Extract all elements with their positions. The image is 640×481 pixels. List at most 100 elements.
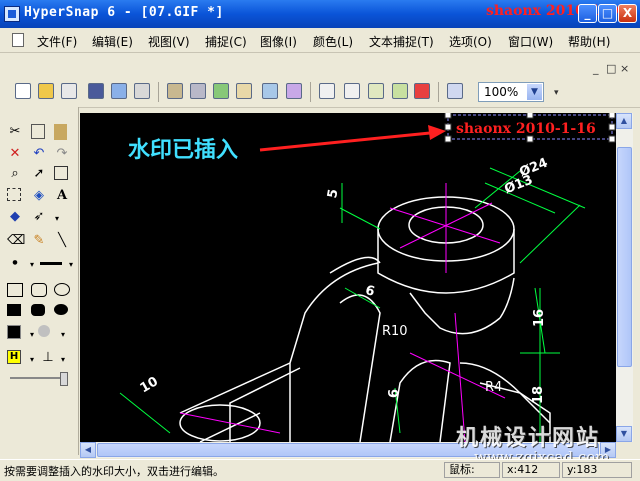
scroll-up-icon[interactable]: ▲ [616,113,632,129]
maximize-button[interactable]: □ [598,4,617,23]
chevron-down-icon[interactable]: ▾ [55,352,71,368]
crop-icon[interactable] [368,83,384,99]
chevron-down-icon[interactable]: ▾ [24,257,40,273]
menu-text-capture[interactable]: 文本捕捉(T) [369,33,434,50]
document-icon[interactable] [12,33,24,47]
image-canvas[interactable]: 水印已插入 shaonx 2010-1-16 5 Ø24 Ø13 6 R10 1… [80,113,616,442]
chevron-down-icon[interactable]: ▾ [63,257,79,273]
rounded-rect-icon[interactable] [31,283,47,297]
menu-file[interactable]: 文件(F) [37,33,77,50]
foreground-color-icon[interactable] [7,325,21,339]
ellipse-icon[interactable] [54,283,70,296]
main-toolbar: ▾ [0,76,640,108]
rotate-left-icon[interactable] [319,83,335,99]
opacity-slider-track[interactable] [10,377,66,379]
menu-edit[interactable]: 编辑(E) [92,33,133,50]
rotate-right-icon[interactable] [344,83,360,99]
open-folder-icon[interactable] [38,83,54,99]
copy-icon[interactable] [31,124,45,139]
status-bar: 按需要调整插入的水印大小，双击进行编辑。 鼠标: x:412 y:183 [0,459,640,481]
menu-help[interactable]: 帮助(H) [568,33,610,50]
mouse-y-readout: y:183 [562,462,632,478]
book-icon[interactable] [111,83,127,99]
scroll-left-icon[interactable]: ◀ [80,442,96,458]
background-color-icon[interactable] [38,325,50,337]
printer-icon[interactable] [134,83,150,99]
minimize-button[interactable]: _ [578,4,597,23]
filled-rectangle-icon[interactable] [7,304,21,316]
dim-6-bottom-label: 6 [387,389,402,398]
redo-icon[interactable]: ↷ [54,146,70,162]
stamp-tool-icon[interactable]: ⊥ [40,350,56,366]
line-width-icon[interactable] [40,262,62,265]
chevron-down-icon[interactable]: ▾ [49,211,65,227]
text-tool-icon[interactable]: A [54,188,70,204]
clipboard-capture-icon[interactable] [167,83,183,99]
toolbar-overflow-icon[interactable]: ▾ [554,88,559,98]
dim-6-top-label: 6 [364,283,377,300]
dot-size-icon[interactable]: ● [7,255,23,271]
dim-10-label: 10 [138,374,161,396]
tools-icon[interactable] [190,83,206,99]
dim-r10-label: R10 [382,324,408,339]
pointer-arrow-icon[interactable]: ➚ [31,166,47,182]
line-tool-icon[interactable]: ╲ [54,233,70,249]
menu-color[interactable]: 颜色(L) [313,33,353,50]
delete-icon[interactable]: ✕ [7,146,23,162]
brush-icon[interactable] [213,83,229,99]
zoom-magnifier-icon[interactable]: ⌕ [7,166,23,182]
vertical-scroll-thumb[interactable] [617,147,632,367]
fill-bucket-icon[interactable]: ◈ [31,188,47,204]
menu-view[interactable]: 视图(V) [148,33,190,50]
dim-5-label: 5 [325,188,341,200]
title-bar[interactable]: HyperSnap 6 - [07.GIF *] shaonx 2010-1-1… [0,0,640,28]
line-arrow-icon[interactable]: ➶ [31,209,47,225]
rectangle-icon[interactable] [7,283,23,297]
rect-select-icon[interactable] [7,188,21,201]
chevron-down-icon[interactable]: ▾ [24,352,40,368]
zoom-value: 100% [484,85,519,99]
print-preview-icon[interactable] [61,83,77,99]
dim-dia13-label: Ø13 [502,172,535,197]
filled-ellipse-icon[interactable] [54,304,68,315]
filled-rounded-rect-icon[interactable] [31,304,45,316]
hypersnap-app-icon[interactable] [4,6,20,22]
resize-icon[interactable] [262,83,278,99]
paste-icon[interactable] [54,124,67,140]
pencil-icon[interactable]: ✎ [31,233,47,249]
save-icon[interactable] [88,83,104,99]
watermark-text[interactable]: shaonx 2010-1-16 [456,121,596,137]
undo-icon[interactable]: ↶ [31,146,47,162]
window-title: HyperSnap 6 - [07.GIF *] [24,5,224,20]
window-select-icon[interactable] [54,166,68,180]
chevron-down-icon[interactable]: ▼ [527,84,542,100]
dim-18-label: 18 [531,386,546,404]
chevron-down-icon[interactable]: ▾ [55,327,71,343]
menu-image[interactable]: 图像(I) [260,33,297,50]
stamp-icon[interactable]: ◆ [7,209,23,225]
help-pointer-icon[interactable] [447,83,463,99]
scroll-down-icon[interactable]: ▼ [616,426,632,442]
opacity-slider-thumb[interactable] [60,372,68,386]
zoom-select[interactable]: 100% ▼ [478,82,544,102]
eraser-icon[interactable]: ⌫ [7,233,25,249]
pencil-edit-icon[interactable] [392,83,408,99]
menu-options[interactable]: 选项(O) [449,33,492,50]
menu-capture[interactable]: 捕捉(C) [205,33,247,50]
annotation-label: 水印已插入 [128,138,238,163]
mdi-restore-button[interactable]: □ [606,62,616,75]
menu-window[interactable]: 窗口(W) [508,33,553,50]
drawing-toolbox: ✂ ✕ ↶ ↷ ⌕ ➚ ◈ A ◆ ➶ ▾ ⌫ ✎ ╲ ● ▾ ▾ ▾ ▾ H … [0,107,79,455]
vertical-scrollbar[interactable]: ▲ ▼ [616,113,633,442]
toolbar-separator [158,82,159,102]
edit-image-icon[interactable] [236,83,252,99]
mdi-close-button[interactable]: × [620,62,629,75]
mdi-minimize-button[interactable]: _ [593,62,599,75]
new-file-icon[interactable] [15,83,31,99]
highlight-icon[interactable]: H [7,350,21,364]
red-marker-icon[interactable] [414,83,430,99]
effects-icon[interactable] [286,83,302,99]
cut-icon[interactable]: ✂ [7,124,23,140]
dimension-lines [119,167,586,442]
close-button[interactable]: X [618,4,637,23]
